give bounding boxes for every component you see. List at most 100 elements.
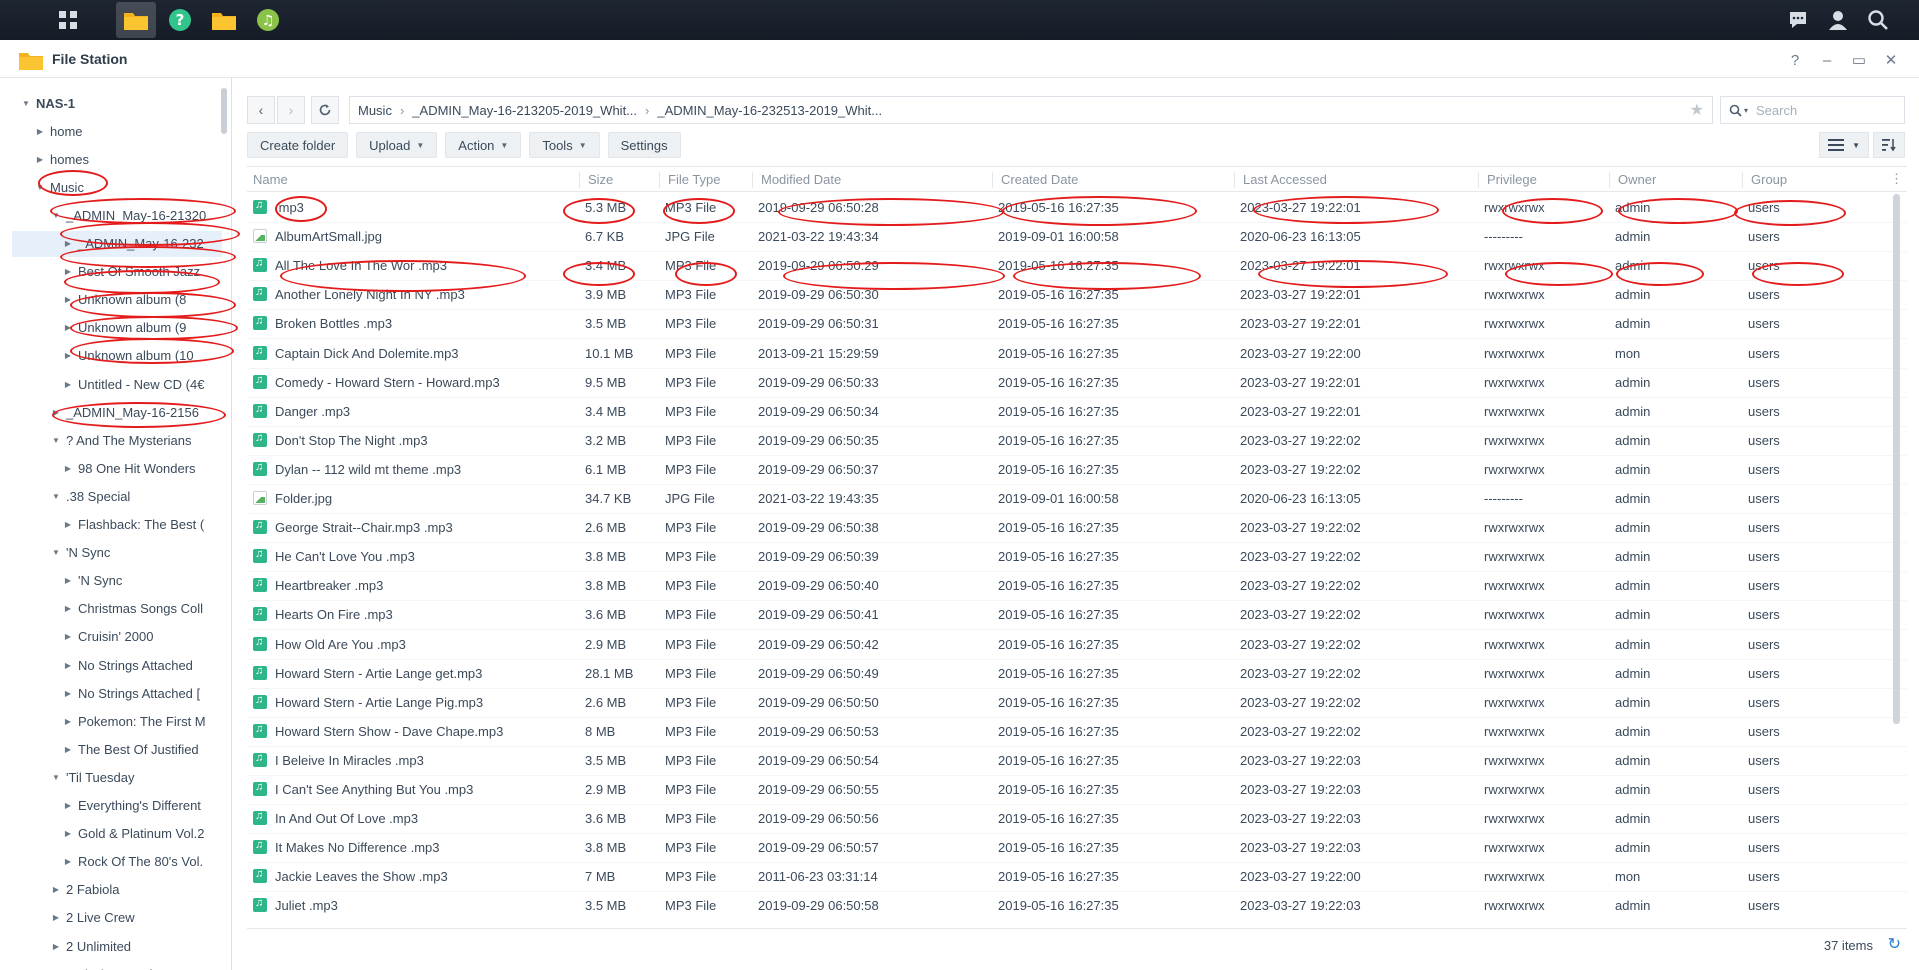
upload-button[interactable]: Upload ▼	[356, 132, 438, 158]
tree-item[interactable]: ▶ _ADMIN_May-16-2156	[50, 399, 199, 425]
collapsed-arrow-icon[interactable]: ▶	[62, 267, 74, 276]
table-row[interactable]: Howard Stern - Artie Lange Pig.mp3 2.6 MB…	[247, 689, 1907, 718]
expanded-arrow-icon[interactable]: ▼	[34, 183, 46, 192]
search-icon[interactable]	[1858, 2, 1898, 38]
collapsed-arrow-icon[interactable]: ▶	[62, 689, 74, 698]
tree-item[interactable]: ▶ Unknown album (10	[62, 343, 194, 369]
table-row[interactable]: Juliet .mp3 3.5 MB MP3 File 2019-09-29 06:5…	[247, 892, 1907, 918]
tree-item[interactable]: ▶ home	[34, 118, 83, 144]
tree-item[interactable]: ▶ The Best Of Justified	[62, 736, 199, 762]
maximize-button[interactable]: ▭	[1849, 50, 1869, 70]
table-row[interactable]: It Makes No Difference .mp3 3.8 MB MP3 Fil…	[247, 834, 1907, 864]
help-icon[interactable]: ?	[160, 2, 200, 38]
table-row[interactable]: George Strait--Chair.mp3 .mp3 2.6 MB MP3 F…	[247, 514, 1907, 544]
table-row[interactable]: Howard Stern - Artie Lange get.mp3 28.1 M…	[247, 660, 1907, 689]
tree-item[interactable]: ▶ 2 Live Crew	[50, 905, 135, 931]
tree-item[interactable]: ▶ 2 Unlimited	[50, 933, 131, 959]
table-row[interactable]: AlbumArtSmall.jpg 6.7 KB JPG File 2021-03-2…	[247, 223, 1907, 253]
sidebar-scrollbar[interactable]	[221, 88, 227, 134]
tree-item[interactable]: ▼ NAS-1	[20, 90, 75, 116]
column-size[interactable]: Size	[579, 172, 613, 188]
collapsed-arrow-icon[interactable]: ▶	[62, 829, 74, 838]
table-row[interactable]: Broken Bottles .mp3 3.5 MB MP3 File 2019-09…	[247, 310, 1907, 340]
expanded-arrow-icon[interactable]: ▼	[50, 211, 62, 220]
close-button[interactable]: ✕	[1881, 50, 1901, 70]
tree-item[interactable]: ▼ Music	[34, 174, 84, 200]
table-row[interactable]: Folder.jpg 34.7 KB JPG File 2021-03-22 19:4…	[247, 485, 1907, 514]
table-row[interactable]: He Can't Love You .mp3 3.8 MB MP3 File 2019…	[247, 543, 1907, 573]
collapsed-arrow-icon[interactable]: ▶	[34, 127, 46, 136]
refresh-button[interactable]	[311, 96, 339, 124]
expanded-arrow-icon[interactable]: ▼	[50, 773, 62, 782]
column-created-date[interactable]: Created Date	[992, 172, 1078, 188]
collapsed-arrow-icon[interactable]: ▶	[62, 380, 74, 389]
chat-icon[interactable]	[1778, 2, 1818, 38]
expanded-arrow-icon[interactable]: ▼	[50, 492, 62, 501]
tree-item[interactable]: ▼ .38 Special	[50, 483, 130, 509]
forward-button[interactable]: ›	[277, 96, 305, 124]
tree-item[interactable]: ▶ Everything's Different	[62, 793, 201, 819]
settings-button[interactable]: Settings	[607, 132, 681, 158]
table-row[interactable]: Howard Stern Show - Dave Chape.mp3 8 MB MP…	[247, 718, 1907, 747]
tree-item[interactable]: ▶ 'N Sync	[62, 568, 122, 594]
table-row[interactable]: Captain Dick And Dolemite.mp3 10.1 MB MP3 …	[247, 340, 1907, 369]
file-list-scrollbar[interactable]	[1893, 194, 1900, 724]
tree-item[interactable]: ▶ Unknown album (8	[62, 287, 186, 313]
table-row[interactable]: All The Love In The Wor .mp3 3.4 MB MP3 Fi…	[247, 252, 1907, 282]
tree-item[interactable]: ▶ Unknown album (9	[62, 315, 186, 341]
table-row[interactable]: Another Lonely Night In NY .mp3 3.9 MB MP3…	[247, 281, 1907, 311]
search-dropdown-icon[interactable]: ▾	[1744, 106, 1748, 115]
collapsed-arrow-icon[interactable]: ▶	[62, 745, 74, 754]
table-row[interactable]: In And Out Of Love .mp3 3.6 MB MP3 File 201…	[247, 805, 1907, 835]
tree-item[interactable]: ▶ Untitled - New CD (4€	[62, 371, 205, 397]
tree-item[interactable]: ▶ Best Of Smooth Jazz	[62, 259, 200, 285]
tree-item[interactable]: ▶ Cruisin' 2000	[62, 624, 154, 650]
column-group[interactable]: Group	[1742, 172, 1787, 188]
column-owner[interactable]: Owner	[1609, 172, 1656, 188]
tree-item[interactable]: ▼ 'N Sync	[50, 540, 110, 566]
table-row[interactable]: How Old Are You .mp3 2.9 MB MP3 File 2019-0…	[247, 631, 1907, 660]
collapsed-arrow-icon[interactable]: ▶	[62, 661, 74, 670]
table-row[interactable]: Jackie Leaves the Show .mp3 7 MB MP3 File 2…	[247, 863, 1907, 893]
column-modified-date[interactable]: Modified Date	[752, 172, 841, 188]
tree-item[interactable]: ▶ 98 One Hit Wonders	[62, 455, 196, 481]
table-row[interactable]: I Can't See Anything But You .mp3 2.9 MB M…	[247, 776, 1907, 805]
breadcrumb-item[interactable]: _ADMIN_May-16-232513-2019_Whit...	[657, 103, 882, 118]
collapsed-arrow-icon[interactable]: ▶	[62, 295, 74, 304]
table-row[interactable]: Dylan -- 112 wild mt theme .mp3 6.1 MB MP3…	[247, 456, 1907, 485]
main-menu-icon[interactable]	[48, 2, 88, 38]
sort-button[interactable]	[1873, 132, 1905, 158]
collapsed-arrow-icon[interactable]: ▶	[62, 632, 74, 641]
table-row[interactable]: Danger .mp3 3.4 MB MP3 File 2019-09-29 06:5…	[247, 398, 1907, 427]
refresh-icon[interactable]: ↻	[1888, 934, 1901, 954]
collapsed-arrow-icon[interactable]: ▶	[50, 913, 62, 922]
tree-item[interactable]: ▶ No Strings Attached [	[62, 680, 200, 706]
tree-item[interactable]: ▶ _ADMIN_May-16-232	[12, 230, 222, 257]
tree-item[interactable]: ▶ Flashback: The Best (	[62, 512, 204, 538]
file-station-taskbar-icon[interactable]	[116, 2, 156, 38]
column-last-accessed[interactable]: Last Accessed	[1234, 172, 1327, 188]
collapsed-arrow-icon[interactable]: ▶	[62, 239, 74, 248]
tree-item[interactable]: ▶ Christmas Songs Coll	[62, 596, 203, 622]
collapsed-arrow-icon[interactable]: ▶	[62, 464, 74, 473]
minimize-button[interactable]: –	[1817, 50, 1837, 70]
collapsed-arrow-icon[interactable]: ▶	[50, 408, 62, 417]
action-button[interactable]: Action ▼	[445, 132, 522, 158]
tree-item[interactable]: ▶ 2 Fabiola	[50, 877, 120, 903]
tree-item[interactable]: ▶ No Strings Attached	[62, 652, 193, 678]
collapsed-arrow-icon[interactable]: ▶	[62, 351, 74, 360]
tree-item[interactable]: ▼ 'Til Tuesday	[50, 764, 134, 790]
tree-item[interactable]: ▶2nd Chapter of Acts	[50, 961, 180, 970]
tree-item[interactable]: ▶ Gold & Platinum Vol.2	[62, 821, 205, 847]
table-row[interactable]: Comedy - Howard Stern - Howard.mp3 9.5 MB…	[247, 369, 1907, 398]
column-file-type[interactable]: File Type	[659, 172, 721, 188]
collapsed-arrow-icon[interactable]: ▶	[50, 942, 62, 951]
tree-item[interactable]: ▶ Rock Of The 80's Vol.	[62, 849, 203, 875]
breadcrumb-item[interactable]: Music	[358, 103, 392, 118]
collapsed-arrow-icon[interactable]: ▶	[34, 155, 46, 164]
column-privilege[interactable]: Privilege	[1478, 172, 1537, 188]
table-row[interactable]: Don't Stop The Night .mp3 3.2 MB MP3 File 2…	[247, 427, 1907, 456]
search-input[interactable]: ▾ Search	[1720, 96, 1905, 124]
expanded-arrow-icon[interactable]: ▼	[20, 99, 32, 108]
column-menu-icon[interactable]: ⋮	[1890, 171, 1903, 187]
